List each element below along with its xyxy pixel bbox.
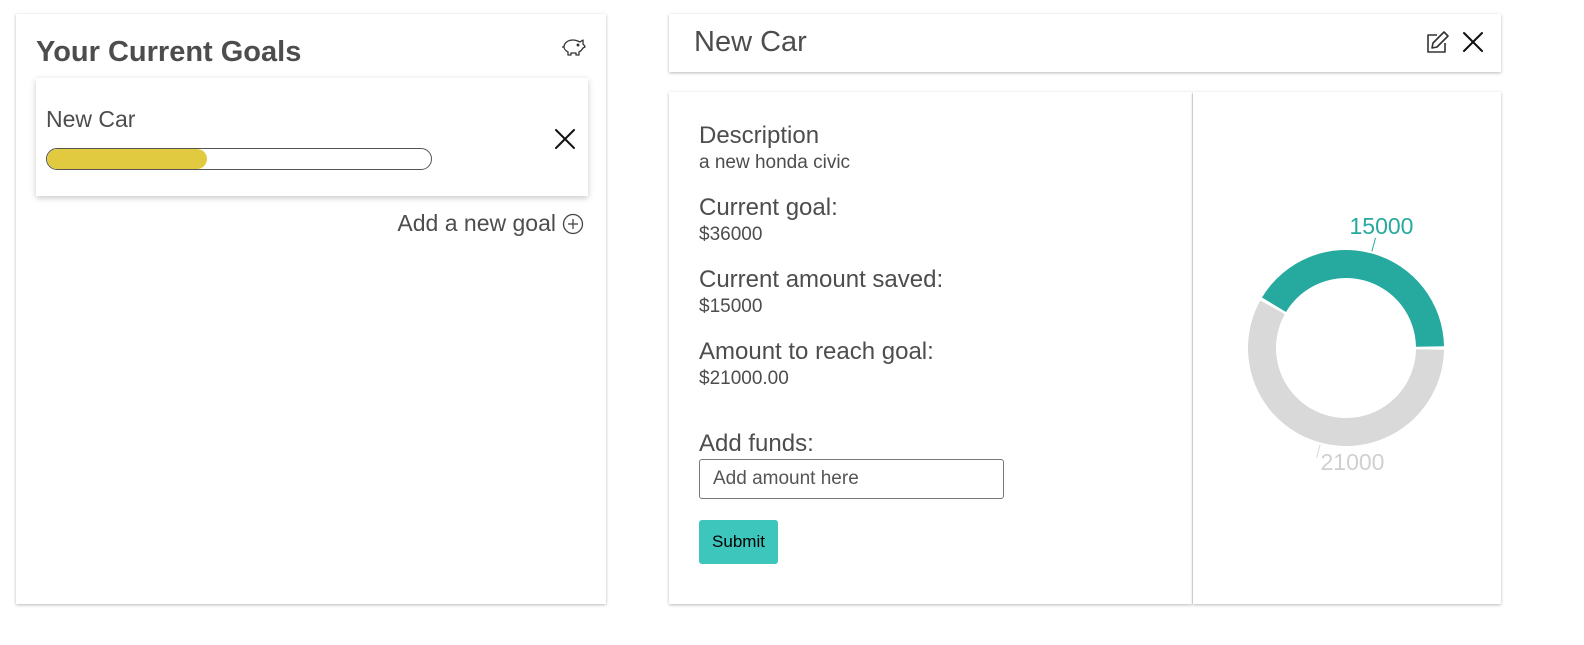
description-value: a new honda civic	[699, 152, 851, 173]
donut-label-15000: 15000	[1350, 213, 1414, 239]
goal-card[interactable]: New Car	[36, 78, 588, 196]
donut-slice-15000[interactable]	[1262, 250, 1444, 347]
add-goal-label: Add a new goal	[397, 210, 556, 236]
goals-panel: Your Current Goals New Car Add a new goa…	[16, 14, 606, 604]
goal-progress-bar	[46, 148, 432, 170]
remove-goal-icon[interactable]	[554, 128, 576, 150]
plus-circle-icon	[562, 213, 584, 234]
piggy-bank-icon	[562, 39, 586, 56]
goal-detail-header: New Car	[669, 14, 1501, 72]
saved-value: $15000	[699, 296, 763, 317]
saved-label: Current amount saved:	[699, 266, 944, 293]
current-goal-value: $36000	[699, 224, 763, 245]
goal-detail-title: New Car	[694, 26, 807, 58]
savings-donut-chart: 21000 15000	[1248, 213, 1444, 475]
remaining-label: Amount to reach goal:	[699, 338, 934, 365]
close-icon[interactable]	[1461, 30, 1485, 54]
add-goal-button[interactable]: Add a new goal	[397, 210, 584, 237]
edit-icon[interactable]	[1424, 30, 1450, 56]
goal-name[interactable]: New Car	[46, 106, 135, 133]
goals-title: Your Current Goals	[36, 36, 302, 68]
current-goal-label: Current goal:	[699, 194, 838, 221]
submit-button[interactable]: Submit	[699, 520, 778, 564]
goal-progress-fill	[47, 149, 207, 169]
description-label: Description	[699, 122, 820, 149]
goal-info-card: Description a new honda civic Current go…	[669, 92, 1192, 604]
donut-leader-line	[1371, 237, 1376, 252]
remaining-value: $21000.00	[699, 368, 789, 389]
add-funds-label: Add funds:	[699, 430, 814, 457]
donut-label-21000: 21000	[1320, 449, 1384, 475]
chart-card: 21000 15000	[1193, 92, 1501, 604]
add-funds-input[interactable]	[699, 459, 1004, 499]
